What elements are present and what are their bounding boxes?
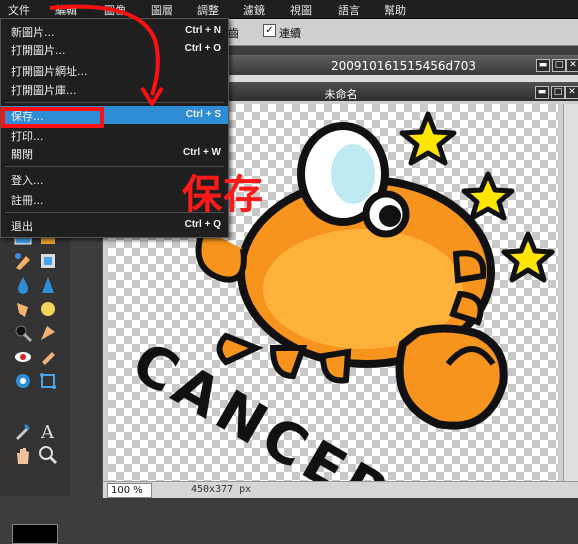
menu-adjust[interactable]: 調整: [197, 2, 219, 18]
text-tool-icon[interactable]: A: [37, 420, 59, 442]
hand-tool-icon[interactable]: [12, 444, 34, 466]
menu-language[interactable]: 語言: [338, 2, 360, 18]
close-icon[interactable]: ✕: [565, 86, 578, 99]
menu-layer[interactable]: 圖層: [151, 2, 173, 18]
contiguous-label: 連續: [279, 27, 301, 40]
maximize-icon[interactable]: □: [551, 86, 565, 99]
dodge-tool-icon[interactable]: [37, 322, 59, 344]
svg-text:A: A: [40, 422, 55, 442]
menu-help[interactable]: 幫助: [384, 2, 406, 18]
menu-item-open-image[interactable]: 打開圖片... Ctrl + O: [1, 40, 228, 58]
menu-separator: [5, 102, 224, 103]
menu-item-open-url[interactable]: 打開圖片網址...: [1, 61, 228, 79]
maximize-icon[interactable]: □: [552, 59, 566, 72]
pinch-tool-icon[interactable]: [12, 370, 34, 392]
sponge-tool-icon[interactable]: [37, 298, 59, 320]
smudge-tool-icon[interactable]: [12, 298, 34, 320]
image-size: 450x377 px: [191, 484, 252, 495]
zoom-tool-icon[interactable]: [37, 444, 59, 466]
menu-edit[interactable]: 編輯: [55, 2, 77, 18]
color-picker-tool-icon[interactable]: [12, 420, 34, 442]
menu-item-close[interactable]: 關閉 Ctrl + W: [1, 144, 228, 162]
status-bar: 100 % 450x377 px: [103, 481, 578, 498]
menu-item-new-image[interactable]: 新圖片... Ctrl + N: [1, 22, 228, 40]
menu-filter[interactable]: 濾鏡: [243, 2, 265, 18]
vertical-scrollbar[interactable]: [563, 104, 578, 481]
menu-item-print[interactable]: 打印...: [1, 126, 228, 144]
star-icon: [399, 111, 457, 166]
foreground-color-swatch[interactable]: [12, 524, 58, 544]
menu-file[interactable]: 文件: [8, 2, 30, 18]
save-highlight-box: [1, 107, 104, 128]
star-icon: [461, 171, 515, 221]
menu-item-open-library[interactable]: 打開圖片庫...: [1, 80, 228, 98]
menu-image[interactable]: 圖像: [104, 2, 126, 18]
drop-blur-tool-icon[interactable]: [12, 274, 34, 296]
back-window-title: 200910161515456d703: [330, 59, 477, 73]
transform-tool-icon[interactable]: [37, 370, 59, 392]
save-annotation-label: 保存: [182, 172, 264, 218]
bloat-tool-icon[interactable]: [37, 346, 59, 368]
menu-bar: 文件 編輯 圖像 圖層 調整 濾鏡 視圖 語言 幫助: [0, 0, 578, 19]
burn-tool-icon[interactable]: [12, 322, 34, 344]
star-icon: [501, 231, 555, 283]
minimize-icon[interactable]: ▬: [535, 86, 549, 99]
red-eye-tool-icon[interactable]: [12, 346, 34, 368]
back-window-titlebar[interactable]: 200910161515456d703 ▬ □ ✕: [228, 56, 578, 75]
heal-tool-icon[interactable]: [12, 250, 34, 272]
sharpen-tool-icon[interactable]: [37, 274, 59, 296]
minimize-icon[interactable]: ▬: [536, 59, 550, 72]
clone-tool-icon[interactable]: [37, 250, 59, 272]
menu-view[interactable]: 視圖: [290, 2, 312, 18]
contiguous-checkbox[interactable]: ✓: [263, 24, 276, 37]
close-icon[interactable]: ✕: [566, 59, 578, 72]
